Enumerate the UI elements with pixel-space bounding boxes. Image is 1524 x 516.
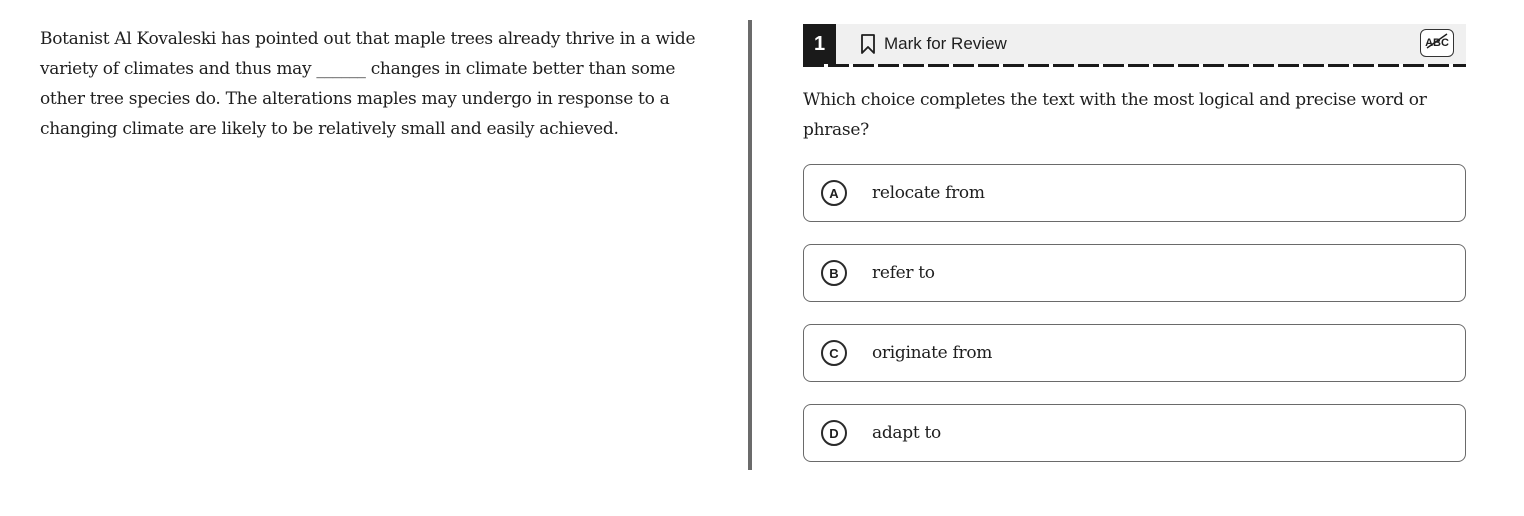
bookmark-icon (860, 33, 876, 55)
abc-strikethrough-icon: ABC (1424, 31, 1450, 56)
answer-option-a[interactable]: A relocate from (803, 164, 1466, 222)
pane-divider[interactable] (748, 20, 752, 470)
option-letter-c: C (821, 340, 847, 366)
option-text-a: relocate from (872, 183, 985, 203)
option-letter-d: D (821, 420, 847, 446)
passage-text: Botanist Al Kovaleski has pointed out th… (40, 29, 696, 139)
passage-pane: Botanist Al Kovaleski has pointed out th… (40, 24, 700, 144)
option-text-b: refer to (872, 263, 935, 283)
option-text-c: originate from (872, 343, 993, 363)
answer-option-c[interactable]: C originate from (803, 324, 1466, 382)
question-pane: 1 Mark for Review ABC Which choice compl… (803, 24, 1466, 484)
abc-strikethrough-button[interactable]: ABC (1420, 29, 1454, 57)
option-letter-b: B (821, 260, 847, 286)
option-text-d: adapt to (872, 423, 941, 443)
mark-for-review-button[interactable]: Mark for Review (860, 33, 1007, 55)
answer-option-b[interactable]: B refer to (803, 244, 1466, 302)
question-header: 1 Mark for Review ABC (803, 24, 1466, 64)
answer-option-d[interactable]: D adapt to (803, 404, 1466, 462)
question-number: 1 (803, 24, 836, 64)
question-prompt: Which choice completes the text with the… (803, 90, 1427, 140)
option-letter-a: A (821, 180, 847, 206)
mark-for-review-label: Mark for Review (884, 34, 1007, 53)
